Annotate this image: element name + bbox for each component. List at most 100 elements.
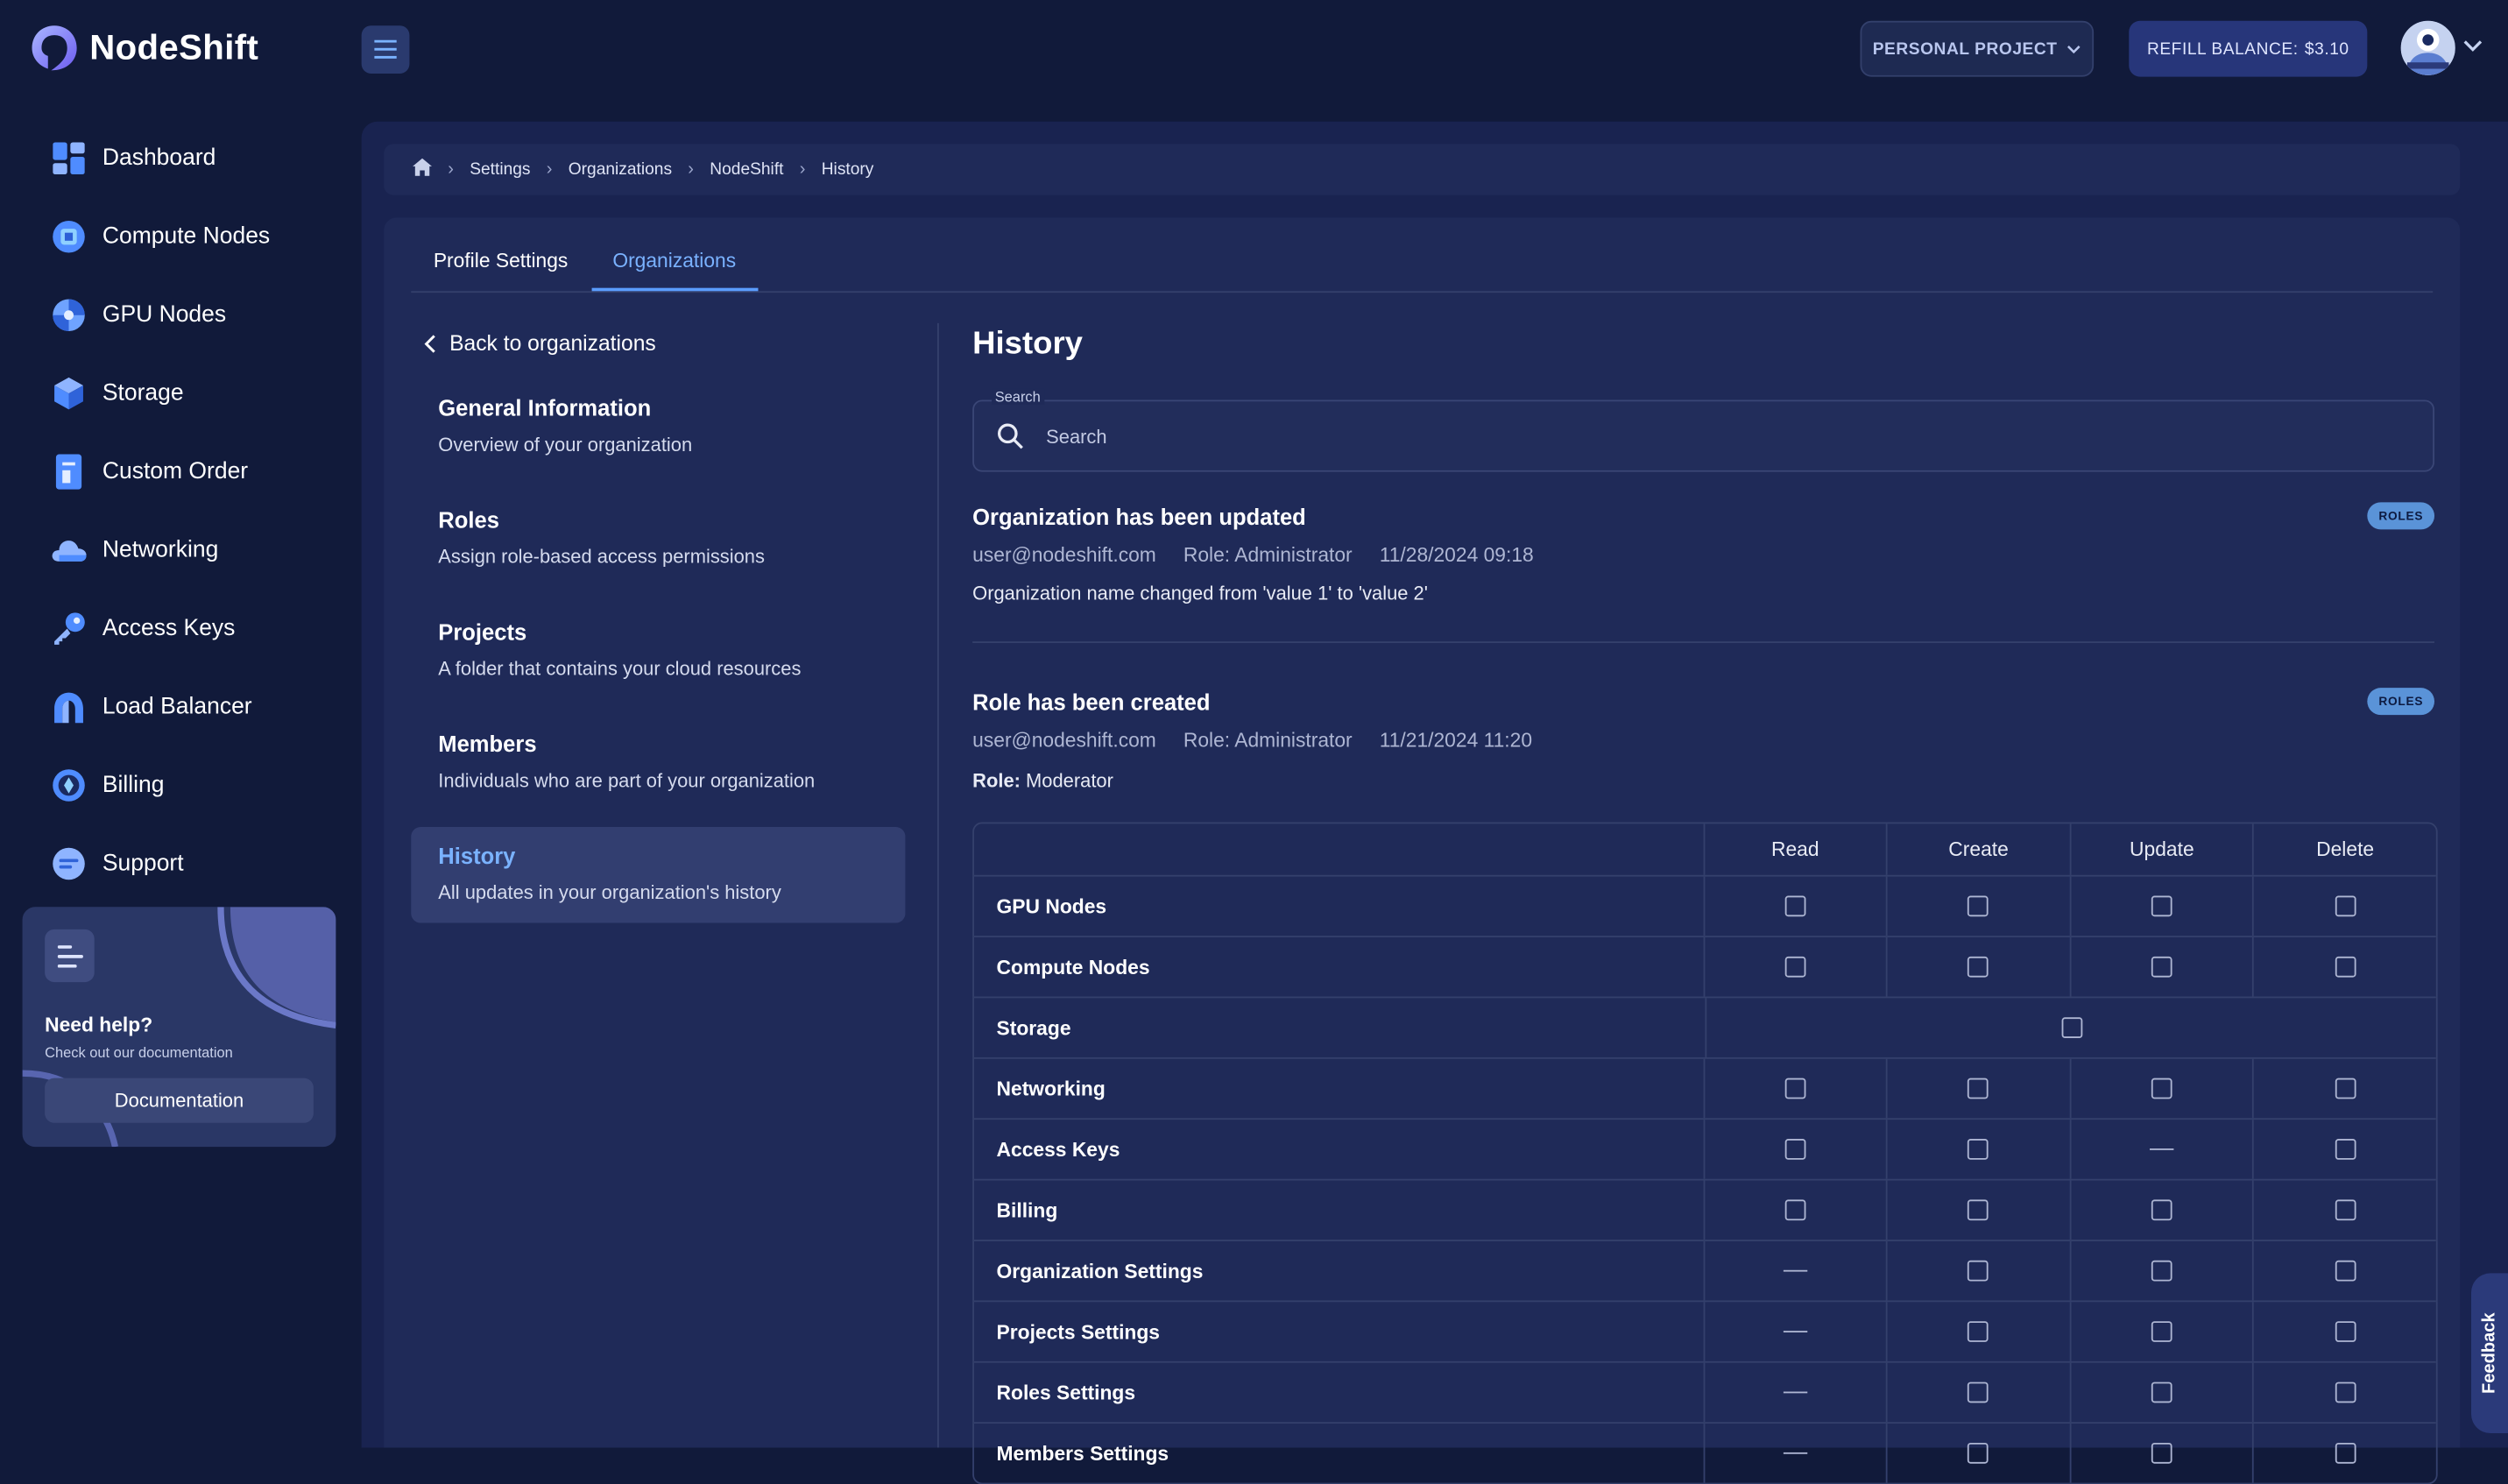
sidebar-item-access-keys[interactable]: Access Keys <box>51 608 235 649</box>
permission-checkbox[interactable] <box>2151 1199 2172 1221</box>
permission-checkbox[interactable] <box>2151 956 2172 978</box>
permission-cell-read <box>1705 1058 1888 1119</box>
permission-cell-delete <box>2254 877 2435 936</box>
permission-checkbox[interactable] <box>1968 1382 1989 1403</box>
permission-checkbox[interactable] <box>2151 895 2172 917</box>
permission-checkbox[interactable] <box>1968 1321 1989 1342</box>
chevron-down-icon <box>2067 45 2081 53</box>
role-value: Moderator <box>1026 769 1113 792</box>
permission-checkbox[interactable] <box>2335 1260 2356 1282</box>
permission-cell-update <box>2071 1424 2255 1483</box>
sidebar-item-support[interactable]: Support <box>51 843 184 884</box>
sidebar-item-load-balancer[interactable]: Load Balancer <box>51 686 252 727</box>
permission-checkbox[interactable] <box>1968 1260 1989 1282</box>
permission-cell-read <box>1705 936 1888 997</box>
role-label: Role: <box>972 769 1021 792</box>
permission-checkbox[interactable] <box>1968 1139 1989 1160</box>
entry-role: Role: Administrator <box>1183 543 1353 567</box>
avatar[interactable] <box>2400 20 2455 75</box>
org-section-roles[interactable]: Roles Assign role-based access permissio… <box>411 491 905 588</box>
breadcrumb-organizations[interactable]: Organizations <box>569 160 672 180</box>
home-icon[interactable] <box>413 158 432 181</box>
chevron-down-icon[interactable] <box>2462 35 2484 58</box>
permission-checkbox[interactable] <box>2151 1321 2172 1342</box>
permission-checkbox[interactable] <box>2335 1321 2356 1342</box>
permission-checkbox[interactable] <box>2335 1382 2356 1403</box>
chevron-right-icon: › <box>799 159 806 180</box>
permission-checkbox[interactable] <box>2151 1382 2172 1403</box>
table-row: Roles Settings <box>973 1360 2436 1423</box>
permission-checkbox[interactable] <box>1784 895 1806 917</box>
permission-checkbox[interactable] <box>2151 1078 2172 1099</box>
search-field[interactable] <box>972 399 2435 472</box>
sidebar-item-gpu-nodes[interactable]: GPU Nodes <box>51 294 226 336</box>
brand-name: NodeShift <box>89 27 259 67</box>
org-section-general-information[interactable]: General Information Overview of your org… <box>411 379 905 476</box>
history-entry-meta: user@nodeshift.com Role: Administrator 1… <box>972 730 1532 753</box>
tab-organizations[interactable]: Organizations <box>612 250 736 272</box>
permission-checkbox[interactable] <box>1784 1199 1806 1221</box>
permission-checkbox[interactable] <box>2335 1442 2356 1464</box>
permission-checkbox[interactable] <box>1968 1199 1989 1221</box>
table-row: Storage <box>973 996 2436 1057</box>
sidebar-item-custom-order[interactable]: Custom Order <box>51 451 248 492</box>
sidebar-item-label: Compute Nodes <box>102 223 271 250</box>
permission-cell-update <box>2071 1120 2255 1179</box>
not-applicable-dash <box>1783 1269 1807 1273</box>
project-selector[interactable]: PERSONAL PROJECT <box>1860 20 2095 77</box>
permission-checkbox[interactable] <box>1784 956 1806 978</box>
permission-checkbox[interactable] <box>1968 956 1989 978</box>
header-cell-delete: Delete <box>2316 837 2375 861</box>
permission-checkbox[interactable] <box>2335 1199 2356 1221</box>
permission-checkbox[interactable] <box>1968 895 1989 917</box>
permission-checkbox[interactable] <box>2335 1139 2356 1160</box>
search-label: Search <box>992 388 1044 405</box>
feedback-label: Feedback <box>2480 1312 2499 1395</box>
table-row: Billing <box>973 1178 2436 1240</box>
feedback-button[interactable]: Feedback <box>2471 1273 2508 1434</box>
help-title: Need help? <box>45 1014 153 1037</box>
section-title: History <box>438 843 516 869</box>
breadcrumb-settings[interactable]: Settings <box>470 160 530 180</box>
tab-bar: Profile Settings Organizations <box>411 217 2434 293</box>
permission-checkbox[interactable] <box>2060 1017 2082 1039</box>
search-input[interactable] <box>1042 422 2329 449</box>
permission-checkbox[interactable] <box>1784 1139 1806 1160</box>
menu-toggle-button[interactable] <box>361 25 410 74</box>
row-resource-name: Members Settings <box>974 1424 1705 1483</box>
table-row: Networking <box>973 1056 2436 1119</box>
sidebar-item-compute-nodes[interactable]: Compute Nodes <box>51 216 270 257</box>
permission-cell-update <box>2071 1180 2255 1240</box>
org-section-members[interactable]: Members Individuals who are part of your… <box>411 715 905 811</box>
permission-cell-create <box>1888 1120 2072 1179</box>
permission-checkbox[interactable] <box>1968 1078 1989 1099</box>
sidebar-item-billing[interactable]: Billing <box>51 765 164 806</box>
logo[interactable]: NodeShift <box>29 23 258 74</box>
back-to-organizations-link[interactable]: Back to organizations <box>424 331 656 355</box>
refill-balance-button[interactable]: REFILL BALANCE: $3.10 <box>2129 20 2368 77</box>
balancer-icon <box>51 689 86 724</box>
history-entry-title: Role has been created <box>972 689 1211 716</box>
row-resource-name: Storage <box>974 998 1707 1057</box>
sidebar-item-storage[interactable]: Storage <box>51 372 184 413</box>
permission-checkbox[interactable] <box>2335 895 2356 917</box>
permission-cell-delete <box>2254 1363 2435 1423</box>
header-cell-create: Create <box>1888 823 2072 875</box>
sidebar-item-dashboard[interactable]: Dashboard <box>51 138 215 179</box>
breadcrumb-nodeshift[interactable]: NodeShift <box>710 160 783 180</box>
permission-checkbox[interactable] <box>2335 956 2356 978</box>
permission-checkbox[interactable] <box>1784 1078 1806 1099</box>
row-resource-name: Organization Settings <box>974 1240 1705 1301</box>
tab-profile-settings[interactable]: Profile Settings <box>434 250 569 272</box>
main-content: › Settings › Organizations › NodeShift ›… <box>361 121 2508 1484</box>
permission-cell-delete <box>2254 1241 2435 1301</box>
sidebar-item-networking[interactable]: Networking <box>51 529 218 570</box>
documentation-button[interactable]: Documentation <box>45 1078 314 1123</box>
org-section-history[interactable]: History All updates in your organization… <box>411 826 906 923</box>
org-section-projects[interactable]: Projects A folder that contains your clo… <box>411 603 905 699</box>
permission-checkbox[interactable] <box>2335 1078 2356 1099</box>
permission-checkbox[interactable] <box>2151 1260 2172 1282</box>
permission-cell-read <box>1705 1240 1888 1301</box>
permission-checkbox[interactable] <box>2151 1442 2172 1464</box>
permission-checkbox[interactable] <box>1968 1442 1989 1464</box>
